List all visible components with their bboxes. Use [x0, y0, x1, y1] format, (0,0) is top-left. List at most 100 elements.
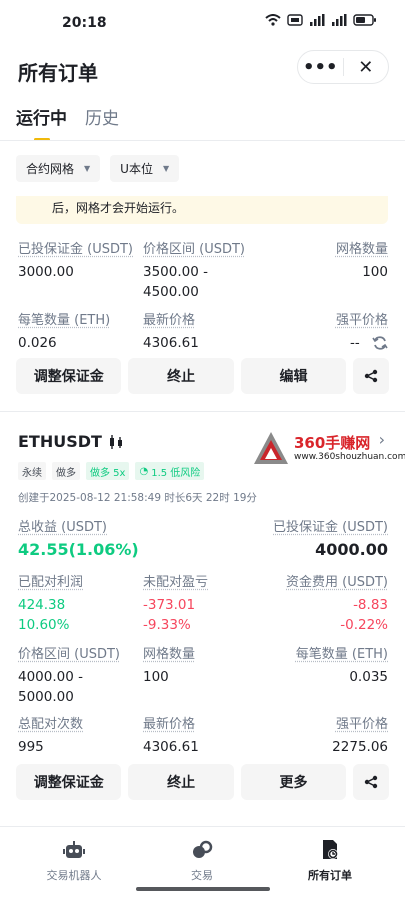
share-icon [364, 775, 378, 789]
b-price-range-value-2: 5000.00 [18, 687, 120, 707]
last-price-cell: 最新价格 4306.61 [143, 309, 199, 353]
per-order-qty-value: 0.026 [18, 333, 110, 353]
watermark-logo: 360手赚网 www.360shouzhuan.com [252, 428, 404, 468]
total-pnl-cell: 总收益 (USDT) 42.55(1.06%) [18, 516, 139, 560]
header: 所有订单 ••• ✕ [0, 48, 405, 88]
card-a-actions: 调整保证金 终止 编辑 [16, 358, 389, 394]
b-price-range-value: 4000.00 - [18, 667, 120, 687]
risk-icon: ◔ [139, 466, 148, 477]
watermark-title: 360手赚网 [294, 432, 370, 453]
card-b-actions: 调整保证金 终止 更多 [16, 764, 389, 800]
b-last-price-cell: 最新价格 4306.61 [143, 713, 199, 757]
unmatched-pnl-cell: 未配对盈亏 -373.01 -9.33% [143, 571, 208, 635]
grid-count-value: 100 [336, 262, 388, 282]
stop-button[interactable]: 终止 [128, 358, 233, 394]
watermark-logo-mark [252, 430, 290, 466]
b-grid-count-label: 网格数量 [143, 643, 195, 662]
funding-fee-cell: 资金费用 (USDT) -8.83 -0.22% [286, 571, 388, 635]
caret-down-icon: ▼ [163, 164, 169, 173]
edit-button[interactable]: 编辑 [241, 358, 346, 394]
unmatched-pnl-value: -373.01 [143, 595, 208, 615]
caret-down-icon: ▼ [84, 164, 90, 173]
pair-title[interactable]: ETHUSDT [18, 432, 124, 451]
invested-margin-value: 4000.00 [273, 540, 388, 560]
refresh-icon[interactable] [372, 336, 388, 350]
hd-icon [287, 14, 303, 26]
matched-profit-pct: 10.60% [18, 615, 83, 635]
share-icon [364, 369, 378, 383]
pair-name: ETHUSDT [18, 432, 102, 451]
b-liq-price-value: 2275.06 [332, 737, 388, 757]
filters: 合约网格 ▼ U本位 ▼ [16, 155, 179, 182]
orders-icon [270, 839, 390, 861]
b-liq-price-cell: 强平价格 2275.06 [332, 713, 388, 757]
nav-item-trade[interactable]: 交易 [142, 839, 262, 883]
tab-history[interactable]: 历史 [85, 104, 119, 129]
adjust-margin-button[interactable]: 调整保证金 [16, 358, 121, 394]
matched-profit-value: 424.38 [18, 595, 83, 615]
battery-icon [353, 14, 377, 26]
funding-fee-label: 资金费用 (USDT) [286, 571, 388, 590]
unmatched-pnl-label: 未配对盈亏 [143, 571, 208, 590]
per-order-qty-cell: 每笔数量 (ETH) 0.026 [18, 309, 110, 353]
robot-icon [14, 839, 134, 861]
b-per-order-qty-value: 0.035 [296, 667, 388, 687]
invested-margin-label: 已投保证金 (USDT) [273, 516, 388, 535]
tag-long: 做多 [52, 462, 80, 480]
close-button[interactable]: ✕ [343, 51, 388, 83]
more-options-button[interactable]: ••• [298, 51, 343, 83]
margin-cell: 已投保证金 (USDT) 3000.00 [18, 238, 133, 282]
status-time: 20:18 [62, 15, 107, 31]
match-count-value: 995 [18, 737, 83, 757]
status-icons [265, 14, 377, 26]
last-price-label: 最新价格 [143, 309, 199, 328]
b-grid-count-value: 100 [143, 667, 195, 687]
watermark-url: www.360shouzhuan.com [294, 452, 405, 462]
tag-risk-label: 1.5 低风险 [151, 464, 200, 479]
home-indicator [136, 887, 270, 891]
more-button[interactable]: 更多 [241, 764, 346, 800]
stop-button[interactable]: 终止 [128, 764, 233, 800]
filter-margin-type[interactable]: U本位 ▼ [110, 155, 179, 182]
tab-running[interactable]: 运行中 [16, 104, 67, 129]
status-bar: 20:18 [0, 0, 405, 40]
candlestick-icon [108, 435, 124, 449]
b-last-price-value: 4306.61 [143, 737, 199, 757]
tag-risk: ◔ 1.5 低风险 [135, 462, 204, 480]
page-title: 所有订单 [18, 57, 98, 86]
last-price-value: 4306.61 [143, 333, 199, 353]
signal-icon-2 [331, 14, 347, 26]
liq-price-label: 强平价格 [336, 309, 388, 328]
price-range-value: 3500.00 - [143, 262, 245, 282]
nav-item-trading-bots[interactable]: 交易机器人 [14, 839, 134, 883]
filter-grid-type-label: 合约网格 [26, 160, 74, 177]
b-liq-price-label: 强平价格 [332, 713, 388, 732]
share-button[interactable] [353, 358, 389, 394]
unmatched-pnl-pct: -9.33% [143, 615, 208, 635]
match-count-label: 总配对次数 [18, 713, 83, 732]
funding-fee-pct: -0.22% [286, 615, 388, 635]
filter-grid-type[interactable]: 合约网格 ▼ [16, 155, 100, 182]
section-divider [0, 411, 405, 412]
liq-price-value-wrap: -- [336, 333, 388, 353]
created-time: 创建于2025-08-12 21:58:49 时长6天 22时 19分 [18, 490, 257, 505]
b-last-price-label: 最新价格 [143, 713, 199, 732]
order-tabs: 运行中 历史 [16, 104, 119, 129]
notice-banner: 后，网格才会开始运行。 [16, 196, 388, 224]
b-price-range-cell: 价格区间 (USDT) 4000.00 - 5000.00 [18, 643, 120, 707]
liq-price-cell: 强平价格 -- [336, 309, 388, 353]
b-per-order-qty-cell: 每笔数量 (ETH) 0.035 [296, 643, 388, 687]
nav-item-all-orders[interactable]: 所有订单 [270, 839, 390, 883]
invested-margin-cell: 已投保证金 (USDT) 4000.00 [273, 516, 388, 560]
tag-leverage: 做多 5x [86, 462, 129, 480]
funding-fee-value: -8.83 [286, 595, 388, 615]
adjust-margin-button[interactable]: 调整保证金 [16, 764, 121, 800]
share-button[interactable] [353, 764, 389, 800]
total-pnl-label: 总收益 (USDT) [18, 516, 139, 535]
filter-margin-type-label: U本位 [120, 160, 153, 177]
header-actions: ••• ✕ [297, 50, 389, 84]
tabs-divider [0, 140, 405, 141]
margin-label: 已投保证金 (USDT) [18, 238, 133, 257]
nav-label-trading-bots: 交易机器人 [14, 867, 134, 883]
per-order-qty-label: 每笔数量 (ETH) [18, 309, 110, 328]
